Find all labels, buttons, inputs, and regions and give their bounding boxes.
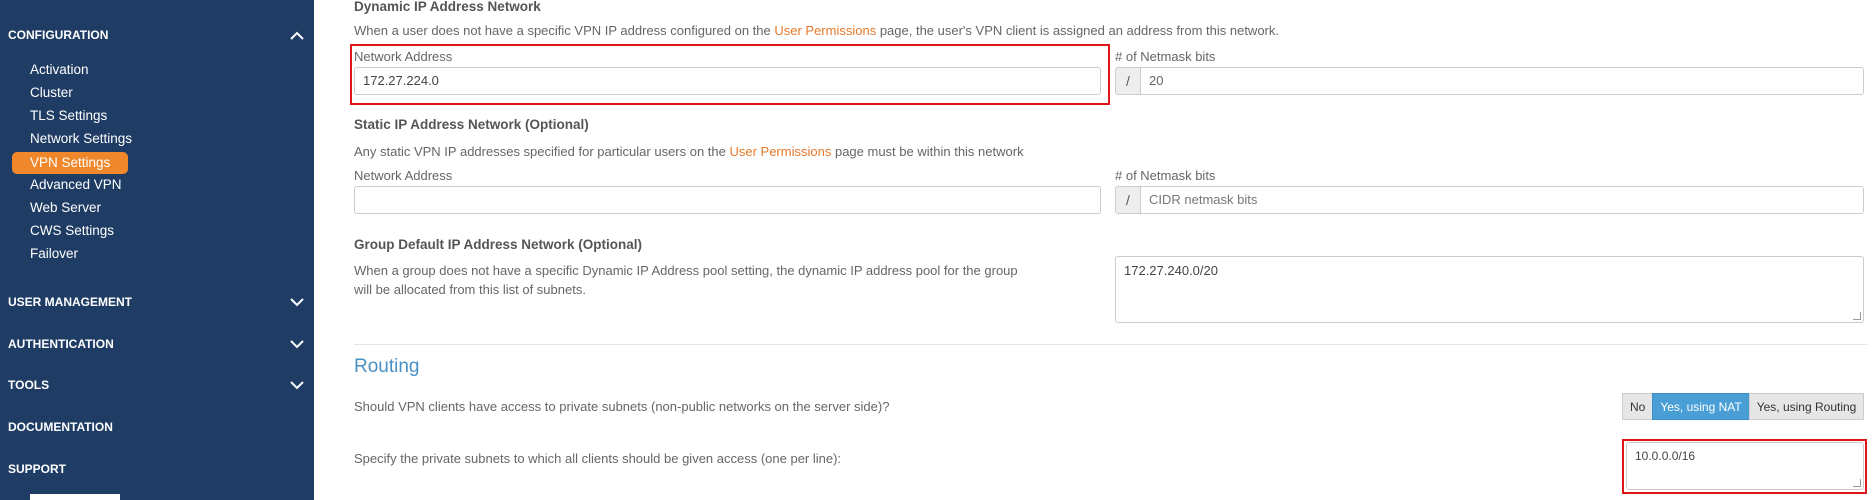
- desc-text: page must be within this network: [831, 144, 1024, 159]
- nav-section-label: CONFIGURATION: [8, 28, 109, 42]
- routing-question: Should VPN clients have access to privat…: [354, 399, 890, 414]
- sidebar-item-cluster[interactable]: Cluster: [30, 83, 73, 103]
- static-ip-heading: Static IP Address Network (Optional): [354, 117, 589, 132]
- sidebar-item-failover[interactable]: Failover: [30, 244, 78, 264]
- desc-text: Any static VPN IP addresses specified fo…: [354, 144, 730, 159]
- group-default-description-line2: will be allocated from this list of subn…: [354, 282, 586, 297]
- routing-routing-button[interactable]: Yes, using Routing: [1748, 393, 1865, 420]
- routing-title: Routing: [354, 356, 420, 377]
- resize-grip-icon[interactable]: [1853, 312, 1861, 320]
- user-permissions-link[interactable]: User Permissions: [774, 23, 876, 38]
- nav-section-label: AUTHENTICATION: [8, 337, 114, 351]
- desc-text: page, the user's VPN client is assigned …: [876, 23, 1279, 38]
- sidebar-item-network-settings[interactable]: Network Settings: [30, 129, 132, 149]
- highlight-box: [350, 44, 1110, 105]
- desc-text: When a user does not have a specific VPN…: [354, 23, 775, 38]
- group-default-description-line1: When a group does not have a specific Dy…: [354, 263, 1018, 278]
- sidebar-item-cws-settings[interactable]: CWS Settings: [30, 221, 114, 241]
- chevron-down-icon: [288, 335, 306, 353]
- sidebar-footer-logo: [30, 494, 120, 500]
- nav-section-label: USER MANAGEMENT: [8, 295, 133, 309]
- group-default-subnets-textarea[interactable]: 172.27.240.0/20: [1115, 256, 1864, 323]
- dynamic-ip-description: When a user does not have a specific VPN…: [354, 23, 1279, 38]
- nav-section-tools[interactable]: TOOLS: [8, 375, 306, 395]
- sidebar-item-vpn-settings[interactable]: VPN Settings: [12, 152, 129, 174]
- network-address-label: Network Address: [354, 168, 453, 183]
- highlight-box: [1622, 439, 1867, 494]
- routing-options: No Yes, using NAT Yes, using Routing: [1622, 393, 1865, 420]
- private-subnets-label: Specify the private subnets to which all…: [354, 451, 842, 466]
- routing-no-button[interactable]: No: [1622, 393, 1654, 420]
- nav-section-label: TOOLS: [8, 378, 50, 392]
- dynamic-ip-heading: Dynamic IP Address Network: [354, 0, 541, 14]
- user-permissions-link[interactable]: User Permissions: [730, 144, 832, 159]
- sidebar-item-advanced-vpn[interactable]: Advanced VPN: [30, 175, 122, 195]
- nav-section-configuration[interactable]: CONFIGURATION: [8, 25, 306, 45]
- netmask-bits-label: # of Netmask bits: [1115, 168, 1216, 183]
- netmask-prefix-addon: /: [1115, 67, 1141, 95]
- chevron-down-icon: [288, 293, 306, 311]
- sidebar-item-activation[interactable]: Activation: [30, 60, 89, 80]
- nav-section-user-management[interactable]: USER MANAGEMENT: [8, 292, 306, 312]
- group-default-heading: Group Default IP Address Network (Option…: [354, 237, 643, 252]
- static-network-address-input[interactable]: [354, 186, 1101, 214]
- static-netmask-input[interactable]: CIDR netmask bits: [1140, 186, 1864, 214]
- chevron-down-icon: [288, 376, 306, 394]
- nav-section-support[interactable]: SUPPORT: [8, 459, 306, 479]
- routing-nat-button[interactable]: Yes, using NAT: [1652, 393, 1750, 420]
- sidebar-item-tls-settings[interactable]: TLS Settings: [30, 106, 107, 126]
- chevron-up-icon: [288, 26, 306, 44]
- nav-section-label: SUPPORT: [8, 462, 67, 476]
- dynamic-netmask-input[interactable]: 20: [1140, 67, 1864, 95]
- section-divider: [354, 344, 1867, 345]
- sidebar-item-web-server[interactable]: Web Server: [30, 198, 101, 218]
- netmask-prefix-addon: /: [1115, 186, 1141, 214]
- static-ip-description: Any static VPN IP addresses specified fo…: [354, 144, 1024, 159]
- nav-section-documentation[interactable]: DOCUMENTATION: [8, 417, 306, 437]
- nav-section-authentication[interactable]: AUTHENTICATION: [8, 334, 306, 354]
- nav-section-label: DOCUMENTATION: [8, 420, 113, 434]
- textarea-value: 172.27.240.0/20: [1124, 263, 1218, 278]
- netmask-bits-label: # of Netmask bits: [1115, 49, 1216, 64]
- sidebar: CONFIGURATION Activation Cluster TLS Set…: [0, 0, 314, 500]
